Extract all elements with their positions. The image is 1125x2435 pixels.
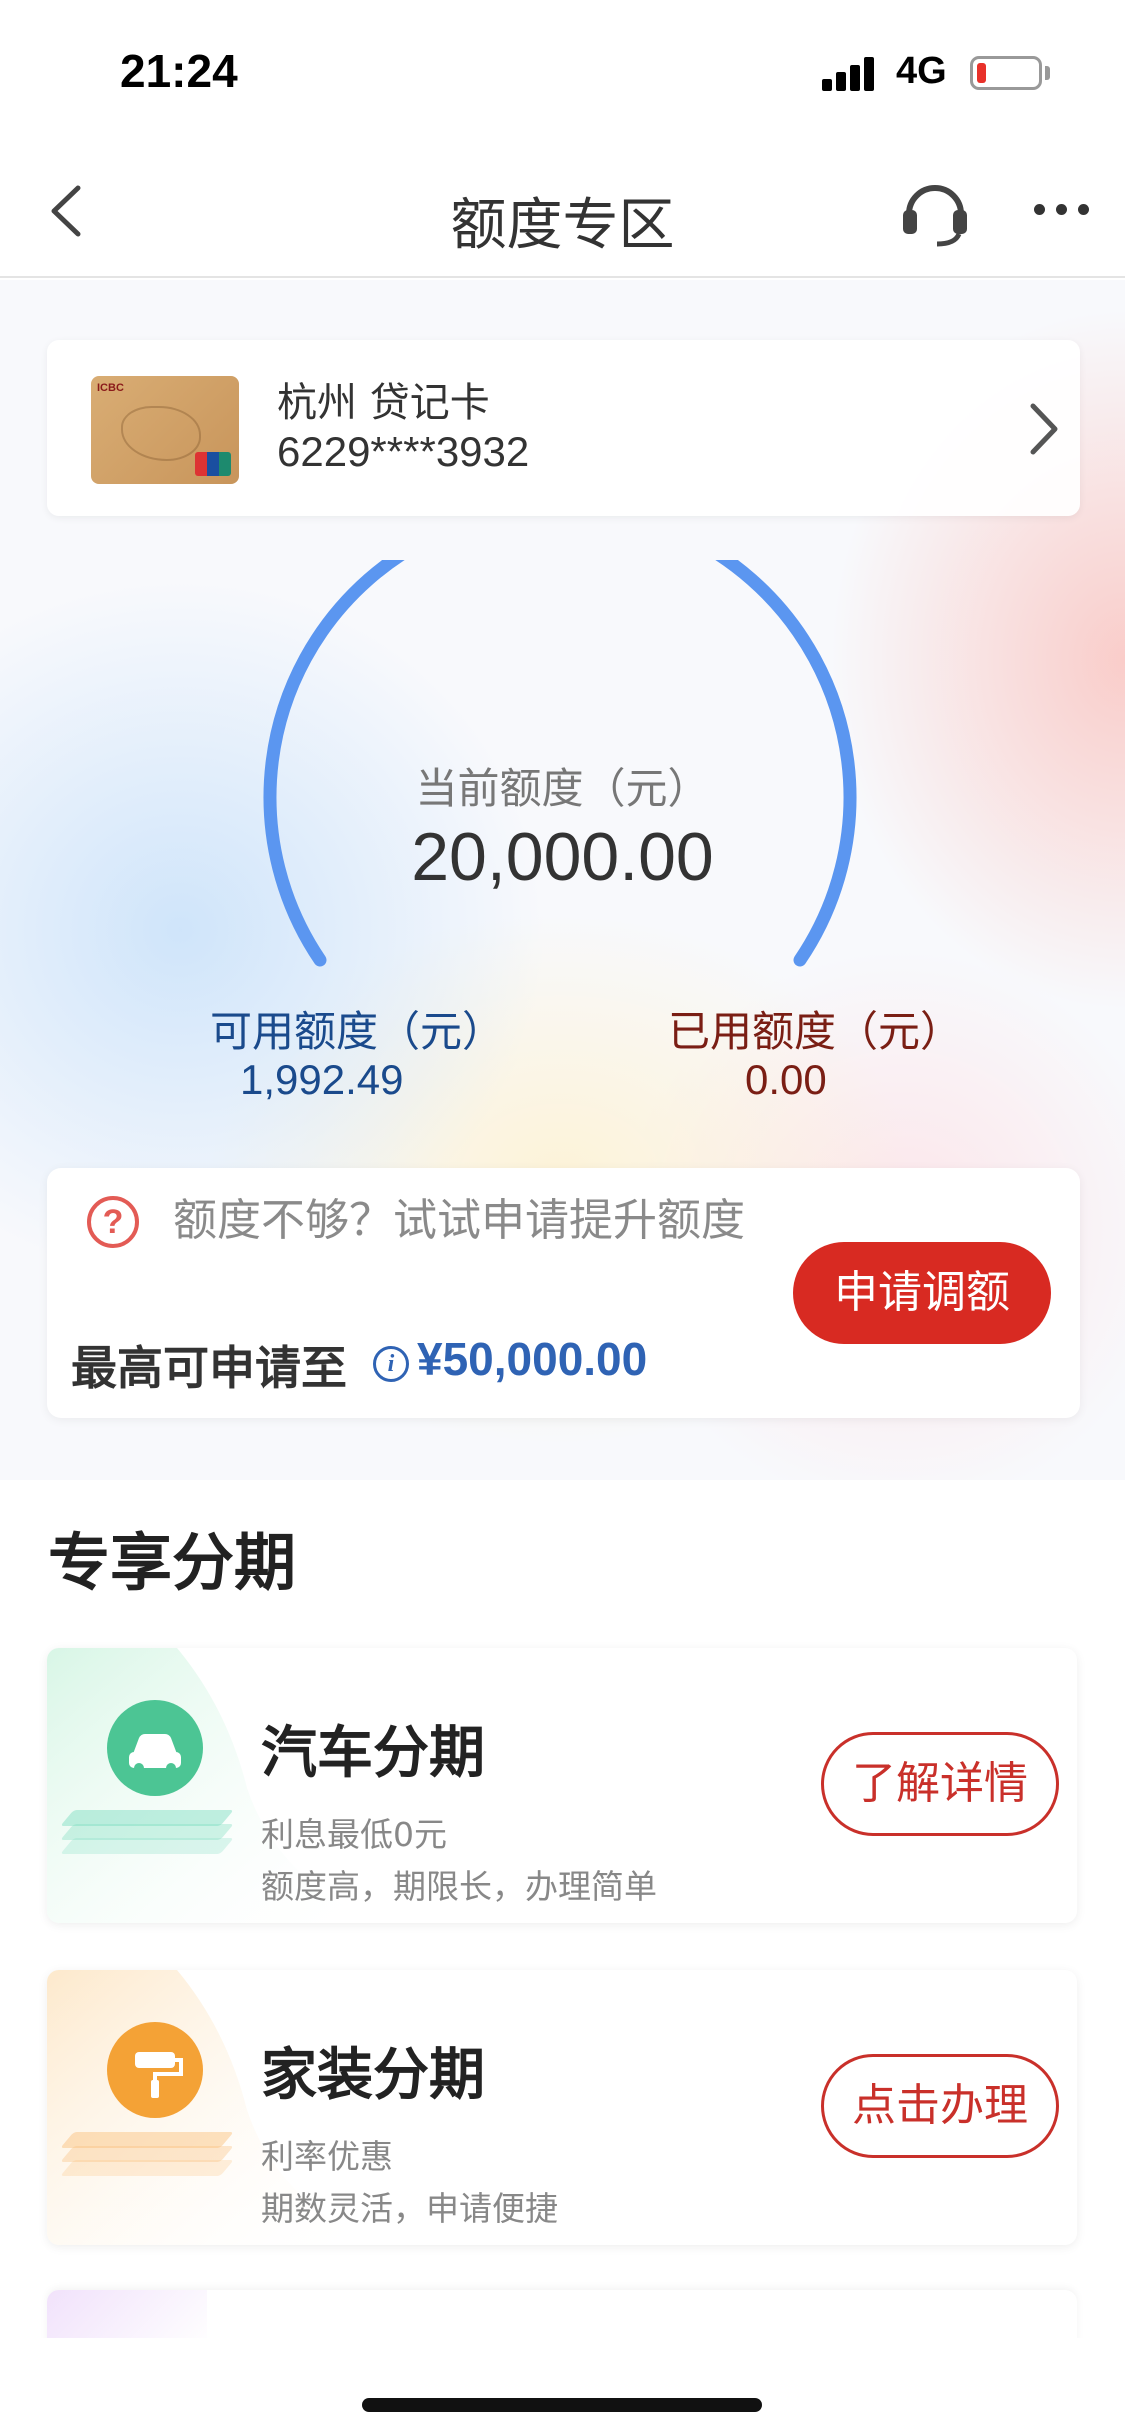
home-indicator[interactable] [362,2398,762,2412]
headset-icon [903,185,967,247]
promo-card-car[interactable]: 汽车分期 利息最低0元 额度高，期限长，办理简单 了解详情 [47,1648,1077,1923]
status-time: 21:24 [120,45,238,97]
car-icon [107,1700,203,1796]
card-selector[interactable]: ICBC 杭州 贷记卡 6229****3932 [47,340,1080,516]
card-number: 6229****3932 [277,428,530,475]
paint-roller-icon [107,2022,203,2118]
promo-title: 家装分期 [261,2043,485,2108]
signal-icon [822,55,882,91]
available-limit-value: 1,992.49 [240,1056,404,1103]
network-label: 4G [896,50,947,92]
max-limit-label: 最高可申请至 [71,1341,347,1395]
card-image: ICBC [91,376,239,484]
more-dots-icon [1034,204,1045,215]
battery-icon [970,56,1042,90]
max-limit-value: ¥50,000.00 [417,1333,648,1385]
chevron-right-icon [1019,396,1069,462]
question-icon: ? [87,1196,139,1248]
more-button[interactable] [1030,198,1094,222]
promo-subtitle: 利率优惠 [261,2137,393,2176]
apply-adjust-button[interactable]: 申请调额 [793,1242,1051,1344]
used-limit-label: 已用额度（元） [668,1007,963,1056]
raise-limit-panel: ? 额度不够？试试申请提升额度 最高可申请至 i ¥50,000.00 申请调额 [47,1168,1080,1418]
used-limit-value: 0.00 [745,1056,827,1103]
battery-cap [1045,66,1050,80]
available-limit-label: 可用额度（元） [210,1007,505,1056]
promo-description: 额度高，期限长，办理简单 [261,1867,657,1906]
unionpay-logo-icon [195,452,231,476]
status-bar: 21:24 4G [0,0,1125,150]
promo-subtitle: 利息最低0元 [261,1815,447,1854]
learn-more-button[interactable]: 了解详情 [821,1732,1059,1836]
apply-now-button[interactable]: 点击办理 [821,2054,1059,2158]
home-area [0,2338,1125,2435]
current-limit-label: 当前额度（元） [415,764,710,813]
section-title: 专享分期 [48,1526,297,1599]
info-icon[interactable]: i [373,1346,409,1382]
promo-title: 汽车分期 [261,1721,485,1786]
promo-card-home[interactable]: 家装分期 利率优惠 期数灵活，申请便捷 点击办理 [47,1970,1077,2245]
current-limit-value: 20,000.00 [411,819,714,895]
raise-limit-prompt: 额度不够？试试申请提升额度 [173,1195,745,1246]
nav-bar: 额度专区 [0,150,1125,278]
card-name: 杭州 贷记卡 [277,380,490,426]
promo-description: 期数灵活，申请便捷 [261,2189,558,2228]
customer-service-button[interactable] [895,170,975,250]
